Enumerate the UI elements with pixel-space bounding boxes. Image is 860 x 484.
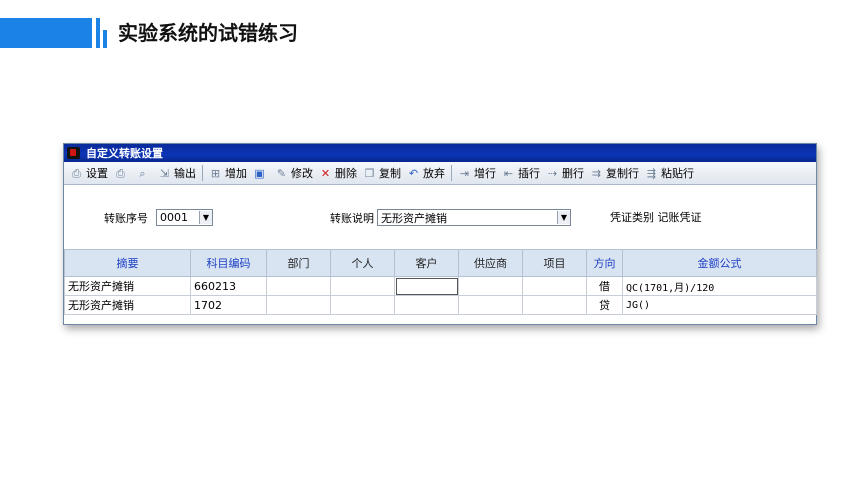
export-label: 输出 <box>174 167 196 180</box>
col-account-code[interactable]: 科目编码 <box>190 249 267 277</box>
printer-setup-icon: ⎙ <box>72 166 81 180</box>
app-icon <box>67 147 80 159</box>
window-title: 自定义转账设置 <box>86 147 163 160</box>
insert-row-button[interactable]: ⇤ 插行 <box>499 163 543 183</box>
delete-icon: ✕ <box>320 166 331 180</box>
undo-button[interactable]: ↶ 放弃 <box>404 163 448 183</box>
undo-icon: ↶ <box>408 166 419 180</box>
add-label: 增加 <box>225 167 247 180</box>
desc-value: 无形资产摊销 <box>381 211 447 225</box>
chevron-down-icon[interactable]: ▼ <box>557 211 570 224</box>
copy-row-button[interactable]: ⇉ 复制行 <box>587 163 642 183</box>
grid-header-row: 摘要 科目编码 部门 个人 客户 供应商 项目 方向 金额公式 <box>64 249 817 277</box>
paste-row-button[interactable]: ⇶ 粘贴行 <box>642 163 697 183</box>
cell-individual[interactable] <box>330 276 395 296</box>
cell-individual[interactable] <box>330 295 395 315</box>
cell-account-code[interactable]: 660213 <box>190 276 267 296</box>
seq-value: 0001 <box>160 211 188 224</box>
cell-project[interactable] <box>522 295 587 315</box>
col-amount-formula[interactable]: 金额公式 <box>622 249 817 277</box>
delete-row-button[interactable]: ⇢ 删行 <box>543 163 587 183</box>
toolbar-separator <box>451 165 452 181</box>
cell-summary[interactable]: 无形资产摊销 <box>64 276 191 296</box>
cell-direction[interactable]: 贷 <box>586 295 623 315</box>
edit-label: 修改 <box>291 167 313 180</box>
cell-direction[interactable]: 借 <box>586 276 623 296</box>
seq-select[interactable]: 0001 ▼ <box>156 209 213 226</box>
cell-department[interactable] <box>266 295 331 315</box>
col-direction[interactable]: 方向 <box>586 249 623 277</box>
cell-customer[interactable] <box>394 295 459 315</box>
paste-row-label: 粘贴行 <box>661 167 694 180</box>
col-supplier[interactable]: 供应商 <box>458 249 523 277</box>
preview-icon: ⌕ <box>139 166 146 180</box>
setup-label: 设置 <box>86 167 108 180</box>
seq-label: 转账序号 <box>104 212 148 225</box>
save-icon: ▣ <box>254 166 265 180</box>
col-project[interactable]: 项目 <box>522 249 587 277</box>
col-customer[interactable]: 客户 <box>394 249 459 277</box>
cell-account-code[interactable]: 1702 <box>190 295 267 315</box>
cell-amount-formula[interactable]: QC(1701,月)/120 <box>622 276 817 296</box>
copy-label: 复制 <box>379 167 401 180</box>
chevron-down-icon[interactable]: ▼ <box>199 211 212 224</box>
desc-label: 转账说明 <box>330 212 374 225</box>
copy-row-label: 复制行 <box>606 167 639 180</box>
col-summary[interactable]: 摘要 <box>64 249 191 277</box>
paste-row-icon: ⇶ <box>646 166 657 180</box>
entry-grid: 摘要 科目编码 部门 个人 客户 供应商 项目 方向 金额公式 无形资产摊销 6… <box>64 249 817 315</box>
delete-button[interactable]: ✕ 删除 <box>316 163 360 183</box>
copy-icon: ❐ <box>364 166 375 180</box>
cell-department[interactable] <box>266 276 331 296</box>
slide-accent-tick <box>96 18 100 48</box>
table-row[interactable]: 无形资产摊销 1702 贷 JG() <box>64 295 817 315</box>
add-row-icon: ⇥ <box>459 166 470 180</box>
save-button[interactable]: ▣ <box>250 163 272 183</box>
insert-row-label: 插行 <box>518 167 540 180</box>
delete-label: 删除 <box>335 167 357 180</box>
insert-row-icon: ⇤ <box>503 166 514 180</box>
copy-button[interactable]: ❐ 复制 <box>360 163 404 183</box>
slide-accent-tick-short <box>103 30 107 48</box>
export-button[interactable]: ⇲ 输出 <box>155 163 199 183</box>
cell-supplier[interactable] <box>458 276 523 296</box>
copy-row-icon: ⇉ <box>591 166 602 180</box>
delete-row-icon: ⇢ <box>547 166 558 180</box>
col-individual[interactable]: 个人 <box>330 249 395 277</box>
transfer-form: 转账序号 0001 ▼ 转账说明 无形资产摊销 ▼ 凭证类别 记账凭证 <box>64 185 816 249</box>
preview-button[interactable]: ⌕ <box>133 163 155 183</box>
cell-amount-formula[interactable]: JG() <box>622 295 817 315</box>
print-icon: ⎙ <box>116 166 125 180</box>
add-icon: ⊞ <box>210 166 221 180</box>
toolbar-separator <box>202 165 203 181</box>
cell-supplier[interactable] <box>458 295 523 315</box>
table-row[interactable]: 无形资产摊销 660213 借 QC(1701,月)/120 <box>64 276 817 296</box>
add-button[interactable]: ⊞ 增加 <box>206 163 250 183</box>
toolbar: ⎙ 设置 ⎙ ⌕ ⇲ 输出 ⊞ 增加 ▣ ✎ 修改 ✕ 删除 ❐ 复制 ↶ 放弃… <box>64 162 816 185</box>
cell-customer[interactable] <box>394 276 459 296</box>
export-icon: ⇲ <box>159 166 170 180</box>
slide-title: 实验系统的试错练习 <box>118 21 298 45</box>
window-titlebar[interactable]: 自定义转账设置 <box>64 144 816 162</box>
col-department[interactable]: 部门 <box>266 249 331 277</box>
delete-row-label: 删行 <box>562 167 584 180</box>
undo-label: 放弃 <box>423 167 445 180</box>
cell-summary[interactable]: 无形资产摊销 <box>64 295 191 315</box>
transfer-settings-window: 自定义转账设置 ⎙ 设置 ⎙ ⌕ ⇲ 输出 ⊞ 增加 ▣ ✎ 修改 ✕ 删除 ❐… <box>63 143 817 325</box>
edit-icon: ✎ <box>276 166 287 180</box>
print-button[interactable]: ⎙ <box>111 163 133 183</box>
cell-project[interactable] <box>522 276 587 296</box>
setup-button[interactable]: ⎙ 设置 <box>67 163 111 183</box>
desc-select[interactable]: 无形资产摊销 ▼ <box>377 209 571 226</box>
slide-accent-bar <box>0 18 92 48</box>
add-row-label: 增行 <box>474 167 496 180</box>
add-row-button[interactable]: ⇥ 增行 <box>455 163 499 183</box>
voucher-type-label: 凭证类别 记账凭证 <box>610 211 702 224</box>
edit-button[interactable]: ✎ 修改 <box>272 163 316 183</box>
